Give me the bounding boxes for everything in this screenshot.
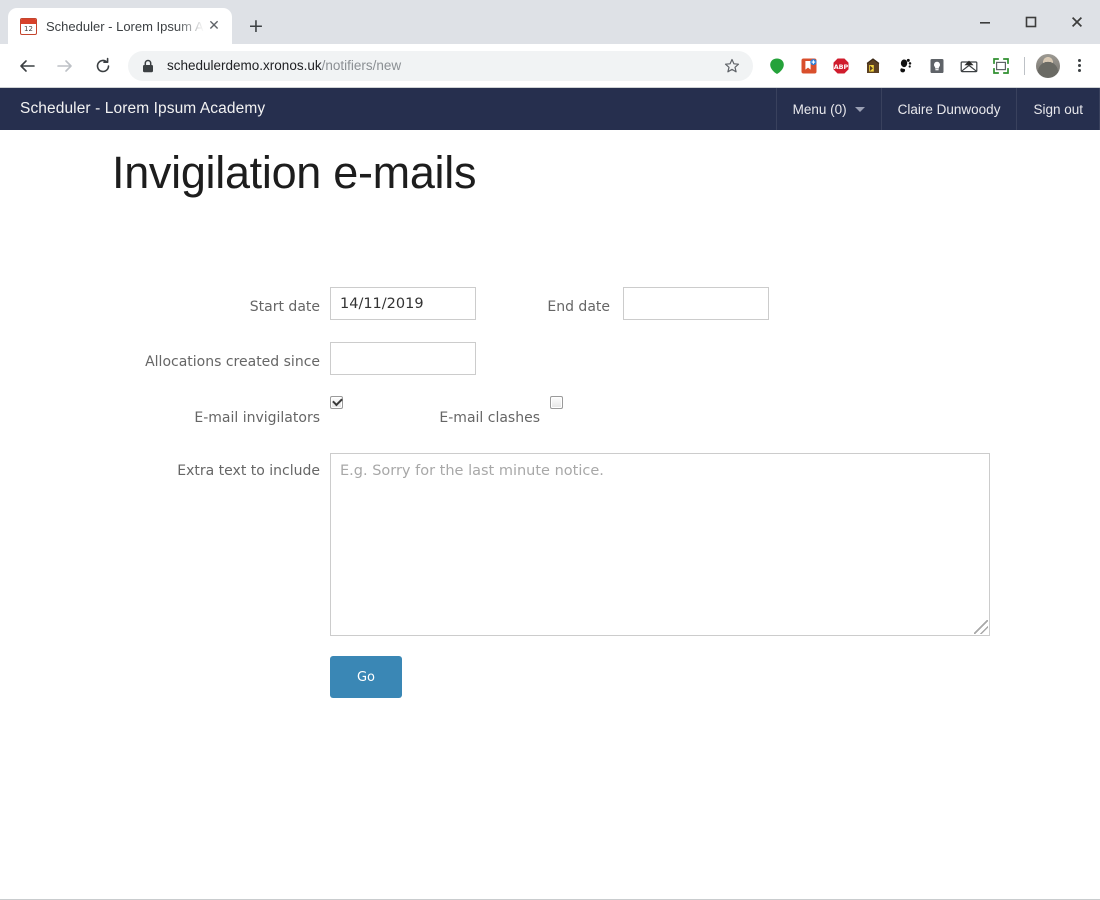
browser-window: 12 Scheduler - Lorem Ipsum A ✕ + schedul…	[0, 0, 1100, 900]
url-host: schedulerdemo.xronos.uk	[167, 58, 322, 73]
adblock-plus-icon[interactable]: ABP	[828, 53, 854, 79]
gnome-foot-icon[interactable]	[892, 53, 918, 79]
navbar-signout[interactable]: Sign out	[1016, 88, 1100, 130]
green-dot-icon[interactable]	[764, 53, 790, 79]
email-clashes-label: E-mail clashes	[439, 410, 540, 426]
email-invigilators-label: E-mail invigilators	[194, 410, 320, 426]
minimize-window-button[interactable]	[962, 0, 1008, 44]
start-date-label: Start date	[249, 299, 320, 315]
email-invigilators-checkbox[interactable]	[330, 396, 343, 409]
forward-button-icon	[50, 51, 80, 81]
navbar-menu-dropdown[interactable]: Menu (0)	[775, 88, 881, 130]
start-date-input[interactable]	[330, 287, 476, 320]
tab-close-icon[interactable]: ✕	[204, 16, 224, 36]
end-date-input[interactable]	[623, 287, 769, 320]
tab-title: Scheduler - Lorem Ipsum A	[46, 18, 204, 34]
page-content: Invigilation e-mails Start date End date…	[0, 146, 1100, 698]
mail-icon[interactable]	[956, 53, 982, 79]
extra-text-label: Extra text to include	[177, 463, 320, 479]
tab-strip: 12 Scheduler - Lorem Ipsum A ✕ +	[0, 0, 1100, 44]
chrome-menu-icon[interactable]	[1066, 53, 1092, 79]
page-title: Invigilation e-mails	[112, 147, 477, 198]
browser-toolbar: schedulerdemo.xronos.uk/notifiers/new AB…	[0, 44, 1100, 88]
new-tab-button[interactable]: +	[242, 12, 270, 40]
maximize-window-button[interactable]	[1008, 0, 1054, 44]
lock-icon	[142, 59, 156, 73]
lightbulb-icon[interactable]	[924, 53, 950, 79]
email-clashes-checkbox[interactable]	[550, 396, 563, 409]
navbar-menu-label: Menu (0)	[792, 101, 847, 117]
close-window-button[interactable]	[1054, 0, 1100, 44]
browser-tab[interactable]: 12 Scheduler - Lorem Ipsum A ✕	[8, 8, 232, 44]
chevron-down-icon	[854, 106, 865, 112]
svg-text:ABP: ABP	[834, 63, 849, 71]
end-date-label: End date	[547, 299, 610, 315]
app-navbar: Scheduler - Lorem Ipsum Academy Menu (0)…	[0, 88, 1100, 130]
app-brand[interactable]: Scheduler - Lorem Ipsum Academy	[0, 88, 281, 130]
bookmark-add-icon[interactable]	[796, 53, 822, 79]
go-button[interactable]: Go	[330, 656, 402, 698]
screenshot-frame-icon[interactable]	[988, 53, 1014, 79]
bookmark-star-icon[interactable]	[721, 58, 743, 74]
toolbar-divider	[1024, 56, 1025, 75]
extra-text-textarea[interactable]	[330, 453, 990, 636]
address-bar[interactable]: schedulerdemo.xronos.uk/notifiers/new	[128, 50, 753, 81]
allocations-created-since-label: Allocations created since	[145, 354, 320, 370]
gnome-house-icon[interactable]	[860, 53, 886, 79]
allocations-created-since-input[interactable]	[330, 342, 476, 375]
navbar-spacer	[281, 88, 775, 130]
navbar-user[interactable]: Claire Dunwoody	[880, 88, 1017, 130]
window-controls	[962, 0, 1100, 44]
page-viewport: Scheduler - Lorem Ipsum Academy Menu (0)…	[0, 88, 1100, 900]
profile-avatar[interactable]	[1036, 53, 1060, 78]
reload-button-icon[interactable]	[88, 51, 118, 81]
calendar-favicon-day: 12	[24, 24, 33, 33]
url-text: schedulerdemo.xronos.uk/notifiers/new	[167, 58, 715, 73]
url-path: /notifiers/new	[321, 58, 402, 73]
back-button-icon[interactable]	[12, 51, 42, 81]
calendar-favicon-icon: 12	[20, 17, 37, 35]
